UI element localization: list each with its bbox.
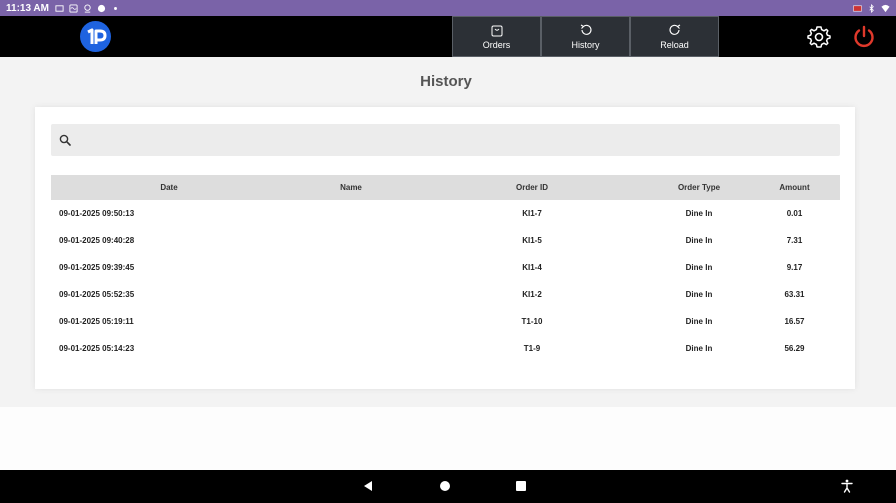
home-icon[interactable] bbox=[440, 481, 450, 491]
cell-date: 09-01-2025 09:39:45 bbox=[59, 263, 135, 272]
nav-reload-label: Reload bbox=[660, 40, 689, 50]
table-row[interactable]: 09-01-2025 05:19:11 T1-10 Dine In 16.57 bbox=[51, 308, 840, 335]
cell-order-id: T1-10 bbox=[521, 317, 543, 326]
column-header-amount[interactable]: Amount bbox=[749, 183, 840, 192]
page-title: History bbox=[420, 73, 472, 90]
cell-date: 09-01-2025 09:40:28 bbox=[59, 236, 135, 245]
nav-orders-button[interactable]: Orders bbox=[452, 16, 541, 57]
cell-order-id: KI1-4 bbox=[522, 263, 542, 272]
location-icon bbox=[84, 3, 91, 13]
settings-gear-icon[interactable] bbox=[806, 24, 832, 50]
bag-icon bbox=[491, 25, 502, 37]
cell-order-type: Dine In bbox=[685, 290, 713, 299]
search-bar[interactable] bbox=[51, 124, 840, 156]
cell-amount: 9.17 bbox=[786, 263, 803, 272]
table-row[interactable]: 09-01-2025 09:39:45 KI1-4 Dine In 9.17 bbox=[51, 254, 840, 281]
cell-order-type: Dine In bbox=[685, 209, 713, 218]
status-time: 11:13 AM bbox=[6, 2, 49, 14]
cell-order-type: Dine In bbox=[685, 263, 713, 272]
cell-order-type: Dine In bbox=[685, 236, 713, 245]
cell-amount: 0.01 bbox=[786, 209, 803, 218]
cast-icon bbox=[55, 4, 64, 12]
cell-order-type: Dine In bbox=[685, 317, 713, 326]
cell-date: 09-01-2025 05:19:11 bbox=[59, 317, 134, 326]
status-right-icons bbox=[853, 3, 890, 13]
cell-amount: 63.31 bbox=[784, 290, 805, 299]
bottom-area bbox=[0, 407, 896, 470]
main-content: History Date Name Order ID Order Type Am… bbox=[0, 57, 896, 470]
cell-amount: 16.57 bbox=[784, 317, 805, 326]
wifi-icon bbox=[881, 4, 890, 12]
accessibility-icon[interactable] bbox=[840, 479, 854, 493]
history-card: Date Name Order ID Order Type Amount 09-… bbox=[35, 107, 855, 389]
nav-orders-label: Orders bbox=[482, 40, 511, 50]
cell-order-type: Dine In bbox=[685, 344, 713, 353]
table-row[interactable]: 09-01-2025 09:50:13 KI1-7 Dine In 0.01 bbox=[51, 200, 840, 227]
app-logo[interactable] bbox=[80, 21, 111, 52]
table-header: Date Name Order ID Order Type Amount bbox=[51, 175, 840, 200]
search-icon bbox=[59, 134, 71, 146]
table-row[interactable]: 09-01-2025 05:14:23 T1-9 Dine In 56.29 bbox=[51, 335, 840, 362]
column-header-date[interactable]: Date bbox=[51, 183, 287, 192]
table-body: 09-01-2025 09:50:13 KI1-7 Dine In 0.01 0… bbox=[51, 200, 840, 362]
bluetooth-icon bbox=[869, 3, 874, 13]
wave-icon bbox=[69, 3, 78, 13]
logo-mark-icon bbox=[86, 28, 106, 44]
nav-reload-button[interactable]: Reload bbox=[630, 16, 719, 57]
column-header-order-type[interactable]: Order Type bbox=[649, 183, 749, 192]
table-row[interactable]: 09-01-2025 05:52:35 KI1-2 Dine In 63.31 bbox=[51, 281, 840, 308]
cell-amount: 56.29 bbox=[784, 344, 805, 353]
history-icon bbox=[580, 24, 592, 35]
cell-date: 09-01-2025 05:14:23 bbox=[59, 344, 135, 353]
nav-history-button[interactable]: History bbox=[541, 16, 630, 57]
status-left-icons bbox=[55, 3, 120, 13]
cell-order-id: T1-9 bbox=[523, 344, 541, 353]
reload-icon bbox=[668, 24, 680, 35]
nav-history-label: History bbox=[571, 40, 600, 50]
column-header-order-id[interactable]: Order ID bbox=[415, 183, 649, 192]
dot-icon bbox=[114, 6, 117, 10]
table-row[interactable]: 09-01-2025 09:40:28 KI1-5 Dine In 7.31 bbox=[51, 227, 840, 254]
cell-order-id: KI1-7 bbox=[522, 209, 542, 218]
search-input[interactable] bbox=[79, 134, 819, 146]
flag-icon bbox=[853, 5, 862, 11]
power-icon[interactable] bbox=[851, 24, 877, 50]
column-header-name[interactable]: Name bbox=[287, 183, 415, 192]
status-bar: 11:13 AM bbox=[0, 0, 896, 16]
system-nav-bar bbox=[0, 470, 896, 503]
cell-order-id: KI1-2 bbox=[522, 290, 542, 299]
vpn-icon bbox=[97, 4, 106, 12]
cell-order-id: KI1-5 bbox=[522, 236, 542, 245]
cell-date: 09-01-2025 09:50:13 bbox=[59, 209, 135, 218]
cell-amount: 7.31 bbox=[786, 236, 803, 245]
app-header: Orders History Reload bbox=[0, 16, 896, 57]
recents-icon[interactable] bbox=[516, 481, 526, 491]
cell-date: 09-01-2025 05:52:35 bbox=[59, 290, 135, 299]
back-icon[interactable] bbox=[362, 480, 374, 492]
